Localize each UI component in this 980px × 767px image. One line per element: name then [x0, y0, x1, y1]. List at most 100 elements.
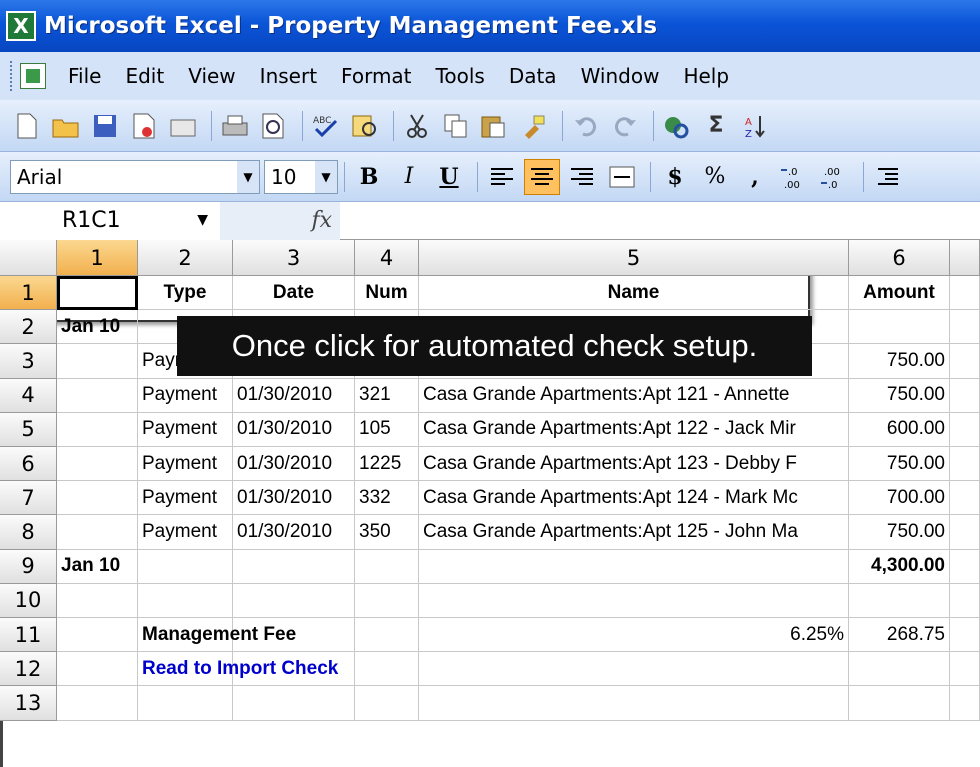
menu-data[interactable]: Data	[509, 64, 557, 88]
workbook-menu-icon[interactable]	[20, 63, 46, 89]
cell[interactable]	[57, 618, 138, 653]
cell[interactable]	[419, 652, 849, 687]
column-header[interactable]: 2	[138, 240, 233, 276]
transaction-date[interactable]: 01/30/2010	[233, 515, 355, 550]
cut-icon[interactable]	[400, 109, 434, 143]
cell[interactable]	[950, 344, 980, 379]
column-label-type[interactable]: Type	[138, 276, 233, 311]
row-header[interactable]: 5	[0, 412, 57, 447]
column-header[interactable]: 5	[419, 240, 849, 276]
cell[interactable]	[950, 412, 980, 447]
transaction-num[interactable]: 350	[355, 515, 419, 550]
column-label-name[interactable]: Name	[419, 276, 849, 311]
transaction-type[interactable]: Payment	[138, 481, 233, 516]
row-header[interactable]: 12	[0, 652, 57, 687]
import-check-link[interactable]: Read to Import Check	[138, 652, 338, 687]
formula-input[interactable]	[340, 202, 980, 240]
cell[interactable]	[419, 686, 849, 721]
cell[interactable]	[849, 310, 950, 345]
chevron-down-icon[interactable]: ▼	[237, 160, 259, 193]
transaction-amount[interactable]: 750.00	[849, 515, 950, 550]
cell[interactable]	[355, 549, 419, 584]
transaction-date[interactable]: 01/30/2010	[233, 481, 355, 516]
cell[interactable]	[138, 686, 233, 721]
column-label-date[interactable]: Date	[233, 276, 355, 311]
transaction-name[interactable]: Casa Grande Apartments:Apt 123 - Debby F	[419, 447, 849, 482]
active-cell[interactable]	[57, 276, 138, 311]
transaction-type[interactable]: Payment	[138, 378, 233, 413]
cell[interactable]	[950, 378, 980, 413]
row-header[interactable]: 2	[0, 310, 57, 345]
total-amount[interactable]: 4,300.00	[849, 549, 950, 584]
row-header[interactable]: 1	[0, 276, 57, 311]
transaction-date[interactable]: 01/30/2010	[233, 378, 355, 413]
menu-view[interactable]: View	[188, 64, 235, 88]
transaction-amount[interactable]: 600.00	[849, 412, 950, 447]
cell[interactable]	[57, 686, 138, 721]
cell[interactable]	[57, 652, 138, 687]
transaction-amount[interactable]: 750.00	[849, 344, 950, 379]
cell[interactable]	[950, 447, 980, 482]
cell[interactable]	[233, 583, 355, 618]
cell[interactable]	[57, 583, 138, 618]
permission-icon[interactable]	[127, 109, 161, 143]
bold-button[interactable]: B	[351, 159, 387, 195]
period-label[interactable]: Jan 10	[57, 310, 138, 345]
transaction-type[interactable]: Payment	[138, 447, 233, 482]
column-label-num[interactable]: Num	[355, 276, 419, 311]
cell[interactable]	[57, 344, 138, 379]
cell[interactable]	[355, 618, 419, 653]
paste-icon[interactable]	[478, 109, 512, 143]
column-header[interactable]: 4	[355, 240, 419, 276]
cell[interactable]	[57, 515, 138, 550]
cell[interactable]	[849, 652, 950, 687]
transaction-amount[interactable]: 750.00	[849, 378, 950, 413]
menu-edit[interactable]: Edit	[125, 64, 164, 88]
cell[interactable]	[849, 583, 950, 618]
copy-icon[interactable]	[439, 109, 473, 143]
transaction-amount[interactable]: 700.00	[849, 481, 950, 516]
comma-button[interactable]: ,	[737, 159, 773, 195]
cell[interactable]	[138, 583, 233, 618]
italic-button[interactable]: I	[391, 159, 427, 195]
cell[interactable]	[950, 618, 980, 653]
underline-button[interactable]: U	[431, 159, 467, 195]
row-header[interactable]: 6	[0, 447, 57, 482]
transaction-name[interactable]: Casa Grande Apartments:Apt 125 - John Ma	[419, 515, 849, 550]
cell[interactable]	[419, 549, 849, 584]
font-name-dropdown[interactable]: Arial ▼	[10, 159, 260, 194]
increase-decimal-icon[interactable]: .0.00	[777, 159, 813, 195]
management-fee-label[interactable]: Management Fee	[138, 618, 296, 653]
transaction-name[interactable]: Casa Grande Apartments:Apt 121 - Annette	[419, 378, 849, 413]
email-icon[interactable]	[166, 109, 200, 143]
row-header[interactable]: 13	[0, 686, 57, 721]
align-left-button[interactable]	[484, 159, 520, 195]
worksheet-grid[interactable]: 1 2 3 4 5 6 1 2 3 4 5 6 7 8 9 10 11 12 13 Type Date Num Name Am…	[0, 240, 980, 767]
save-icon[interactable]	[88, 109, 122, 143]
hyperlink-icon[interactable]	[660, 109, 694, 143]
menu-file[interactable]: File	[68, 64, 101, 88]
row-header[interactable]: 10	[0, 583, 57, 618]
spelling-icon[interactable]: ABC	[309, 109, 343, 143]
menu-tools[interactable]: Tools	[436, 64, 485, 88]
toolbar-grip[interactable]	[10, 61, 14, 91]
select-all-corner[interactable]	[0, 240, 57, 276]
row-header[interactable]: 11	[0, 618, 57, 653]
undo-icon[interactable]	[569, 109, 603, 143]
transaction-type[interactable]: Payment	[138, 412, 233, 447]
redo-icon[interactable]	[608, 109, 642, 143]
cell[interactable]	[419, 583, 849, 618]
name-box[interactable]: R1C1 ▼	[0, 201, 220, 240]
cell[interactable]	[57, 412, 138, 447]
column-header[interactable]: 6	[849, 240, 950, 276]
cell[interactable]	[950, 310, 980, 345]
menu-help[interactable]: Help	[683, 64, 729, 88]
row-header[interactable]: 9	[0, 549, 57, 584]
new-icon[interactable]	[10, 109, 44, 143]
format-painter-icon[interactable]	[517, 109, 551, 143]
row-header[interactable]: 3	[0, 344, 57, 379]
row-header[interactable]: 8	[0, 515, 57, 550]
column-header[interactable]: 3	[233, 240, 355, 276]
autosum-icon[interactable]: Σ	[699, 109, 733, 143]
management-fee-amount[interactable]: 268.75	[849, 618, 950, 653]
